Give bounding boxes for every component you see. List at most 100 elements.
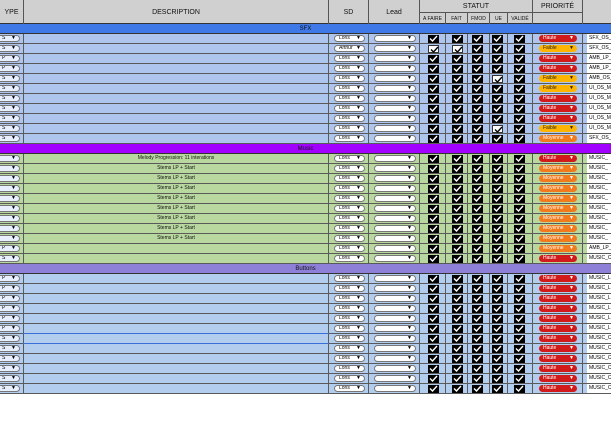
status-checkbox[interactable] <box>492 35 503 43</box>
asset-code-cell[interactable]: MUSIC_ <box>587 234 611 243</box>
status-checkbox[interactable] <box>492 245 503 253</box>
asset-code-cell[interactable]: UI_OS_M <box>587 124 611 133</box>
status-checkbox[interactable] <box>514 65 525 73</box>
status-checkbox[interactable] <box>514 175 525 183</box>
status-checkbox[interactable] <box>472 275 483 283</box>
lead-dropdown[interactable]: ▼ <box>374 315 416 322</box>
status-checkbox[interactable] <box>514 355 525 363</box>
type-dropdown[interactable]: ▼ <box>0 235 20 242</box>
priority-dropdown[interactable]: Haute ▼ <box>539 295 577 302</box>
status-checkbox[interactable] <box>514 185 525 193</box>
header-a-faire[interactable]: A FAIRE <box>420 12 446 24</box>
priority-dropdown[interactable]: Haute ▼ <box>539 55 577 62</box>
status-checkbox[interactable] <box>452 165 463 173</box>
sd-dropdown[interactable]: Loris ▼ <box>334 235 365 242</box>
status-checkbox[interactable] <box>492 235 503 243</box>
status-checkbox[interactable] <box>472 225 483 233</box>
status-checkbox[interactable] <box>452 85 463 93</box>
lead-dropdown[interactable]: ▼ <box>374 285 416 292</box>
asset-code-cell[interactable]: MUSIC_C <box>587 334 611 343</box>
sd-dropdown[interactable]: Loris ▼ <box>334 195 365 202</box>
priority-dropdown[interactable]: Moyenne ▼ <box>539 165 577 172</box>
asset-code-cell[interactable]: UI_OS_M <box>587 104 611 113</box>
status-checkbox[interactable] <box>492 315 503 323</box>
status-checkbox[interactable] <box>472 185 483 193</box>
status-checkbox[interactable] <box>428 235 439 243</box>
status-checkbox[interactable] <box>492 345 503 353</box>
type-dropdown[interactable]: S ▼ <box>0 385 20 392</box>
status-checkbox[interactable] <box>492 365 503 373</box>
status-checkbox[interactable] <box>428 115 439 123</box>
description-cell[interactable] <box>24 94 328 103</box>
description-cell[interactable] <box>24 64 328 73</box>
sd-dropdown[interactable]: Loris ▼ <box>334 315 365 322</box>
priority-dropdown[interactable]: Faible ▼ <box>539 45 577 52</box>
status-checkbox[interactable] <box>492 165 503 173</box>
type-dropdown[interactable]: S ▼ <box>0 95 20 102</box>
status-checkbox[interactable] <box>452 245 463 253</box>
type-dropdown[interactable]: S ▼ <box>0 345 20 352</box>
status-checkbox[interactable] <box>452 325 463 333</box>
asset-code-cell[interactable]: MUSIC_ <box>587 224 611 233</box>
status-checkbox[interactable] <box>472 75 483 83</box>
priority-dropdown[interactable]: Faible ▼ <box>539 85 577 92</box>
asset-code-cell[interactable]: SFX_OS_ <box>587 34 611 43</box>
status-checkbox[interactable] <box>472 115 483 123</box>
status-checkbox[interactable] <box>492 105 503 113</box>
asset-code-cell[interactable]: AMB_LP_ <box>587 244 611 253</box>
priority-dropdown[interactable]: Haute ▼ <box>539 65 577 72</box>
status-checkbox[interactable] <box>452 315 463 323</box>
status-checkbox[interactable] <box>472 195 483 203</box>
priority-dropdown[interactable]: Haute ▼ <box>539 325 577 332</box>
header-ue[interactable]: UE <box>490 12 508 24</box>
description-cell[interactable] <box>24 274 328 283</box>
status-checkbox[interactable] <box>514 295 525 303</box>
status-checkbox[interactable] <box>472 385 483 393</box>
status-checkbox[interactable] <box>452 285 463 293</box>
section-header-music[interactable]: Music <box>0 144 611 154</box>
type-dropdown[interactable]: S ▼ <box>0 135 20 142</box>
priority-dropdown[interactable]: Moyenne ▼ <box>539 195 577 202</box>
status-checkbox[interactable] <box>492 335 503 343</box>
type-dropdown[interactable]: S ▼ <box>0 355 20 362</box>
status-checkbox[interactable] <box>492 85 503 93</box>
status-checkbox[interactable] <box>452 355 463 363</box>
description-cell[interactable] <box>24 384 328 393</box>
type-dropdown[interactable]: ▼ <box>0 165 20 172</box>
status-checkbox[interactable] <box>452 35 463 43</box>
status-checkbox[interactable] <box>452 55 463 63</box>
lead-dropdown[interactable]: ▼ <box>374 135 416 142</box>
status-checkbox[interactable] <box>472 345 483 353</box>
header-lead[interactable]: Lead <box>369 0 420 24</box>
lead-dropdown[interactable]: ▼ <box>374 65 416 72</box>
status-checkbox[interactable] <box>472 215 483 223</box>
lead-dropdown[interactable]: ▼ <box>374 335 416 342</box>
status-checkbox[interactable] <box>472 155 483 163</box>
status-checkbox[interactable] <box>472 305 483 313</box>
description-cell[interactable] <box>24 374 328 383</box>
description-cell[interactable] <box>24 324 328 333</box>
status-checkbox[interactable] <box>514 225 525 233</box>
lead-dropdown[interactable]: ▼ <box>374 275 416 282</box>
type-dropdown[interactable]: ▼ <box>0 155 20 162</box>
status-checkbox[interactable] <box>452 205 463 213</box>
lead-dropdown[interactable]: ▼ <box>374 255 416 262</box>
status-checkbox[interactable] <box>452 155 463 163</box>
sd-dropdown[interactable]: Loris ▼ <box>334 205 365 212</box>
description-cell[interactable]: Stems LP + Start <box>24 234 328 243</box>
description-cell[interactable] <box>24 104 328 113</box>
status-checkbox[interactable] <box>428 135 439 143</box>
lead-dropdown[interactable]: ▼ <box>374 375 416 382</box>
status-checkbox[interactable] <box>428 105 439 113</box>
status-checkbox[interactable] <box>428 255 439 263</box>
header-type[interactable]: YPE <box>0 0 24 24</box>
status-checkbox[interactable] <box>472 105 483 113</box>
priority-dropdown[interactable]: Moyenne ▼ <box>539 235 577 242</box>
lead-dropdown[interactable]: ▼ <box>374 345 416 352</box>
status-checkbox[interactable] <box>472 205 483 213</box>
status-checkbox[interactable] <box>472 95 483 103</box>
priority-dropdown[interactable]: Moyenne ▼ <box>539 215 577 222</box>
status-checkbox[interactable] <box>514 195 525 203</box>
description-cell[interactable]: Stems LP + Start <box>24 214 328 223</box>
status-checkbox[interactable] <box>472 355 483 363</box>
